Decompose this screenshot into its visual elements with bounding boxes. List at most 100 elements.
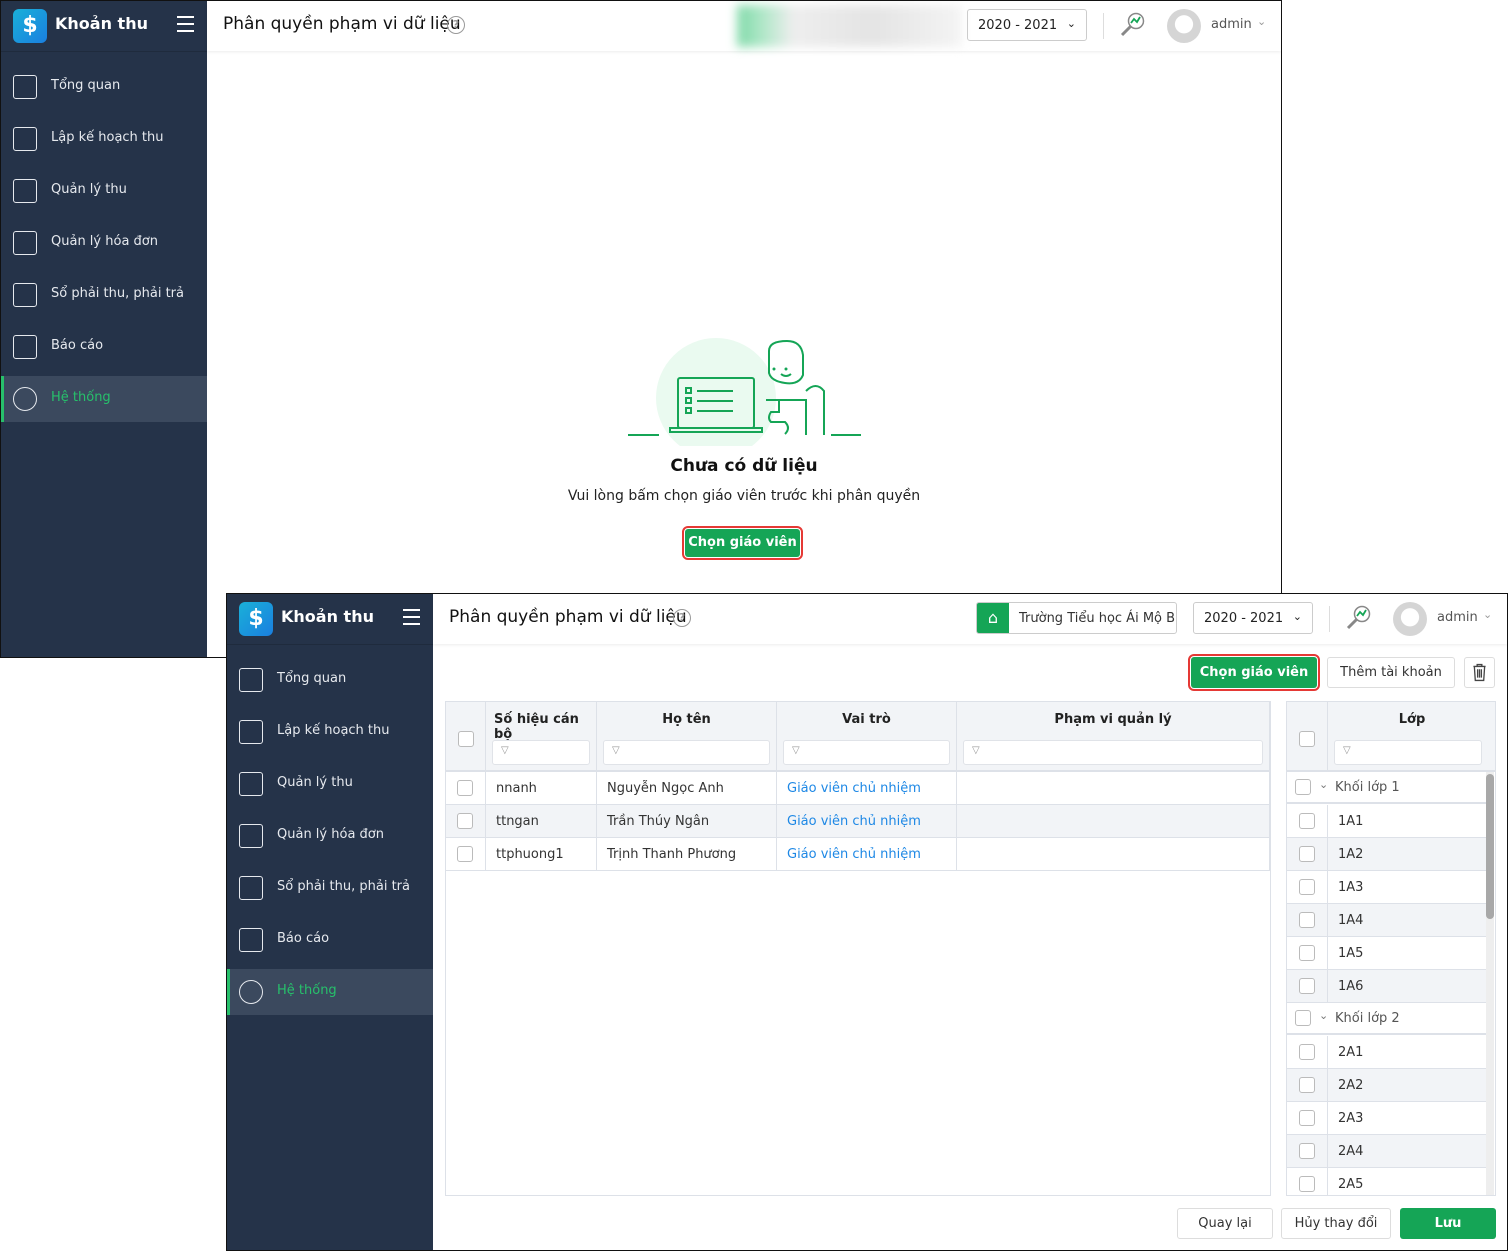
sidebar-item-label: Sổ phải thu, phải trả xyxy=(51,286,184,301)
row-checkbox[interactable] xyxy=(1299,879,1315,895)
year-select[interactable]: 2020 - 2021 ⌄ xyxy=(1193,602,1313,634)
sidebar-item-2[interactable]: Lập kế hoạch thu xyxy=(227,709,433,755)
help-icon[interactable]: ? xyxy=(447,16,465,34)
row-checkbox[interactable] xyxy=(1299,813,1315,829)
list-item[interactable]: 2A5 xyxy=(1287,1168,1486,1195)
help-icon[interactable]: ? xyxy=(673,609,691,627)
table-row[interactable]: ttngan Trần Thúy Ngân Giáo viên chủ nhiệm xyxy=(446,805,1270,838)
list-item[interactable]: 2A3 xyxy=(1287,1102,1486,1135)
row-checkbox[interactable] xyxy=(1299,846,1315,862)
column-filter-input[interactable]: ▽ xyxy=(783,740,950,765)
row-checkbox[interactable] xyxy=(1299,912,1315,928)
row-checkbox-cell xyxy=(1287,1168,1328,1195)
list-item[interactable]: 1A6 xyxy=(1287,970,1486,1003)
cell-role[interactable]: Giáo viên chủ nhiệm xyxy=(777,805,957,838)
sidebar-item-7[interactable]: Hệ thống xyxy=(227,969,433,1015)
sidebar-item-1[interactable]: Tổng quan xyxy=(227,657,433,703)
table-row[interactable]: ttphuong1 Trịnh Thanh Phương Giáo viên chủ… xyxy=(446,838,1270,871)
list-item[interactable]: 1A3 xyxy=(1287,871,1486,904)
column-title: Số hiệu cán bộ xyxy=(494,712,579,742)
user-name[interactable]: admin xyxy=(1437,610,1478,625)
cell-role[interactable]: Giáo viên chủ nhiệm xyxy=(777,772,957,805)
add-account-button[interactable]: Thêm tài khoản xyxy=(1327,657,1455,688)
sidebar-item-4[interactable]: Quản lý hóa đơn xyxy=(1,220,207,266)
sidebar-item-7[interactable]: Hệ thống xyxy=(1,376,207,422)
sidebar-item-4[interactable]: Quản lý hóa đơn xyxy=(227,813,433,859)
column-filter-input[interactable]: ▽ xyxy=(963,740,1263,765)
sidebar-item-5[interactable]: Sổ phải thu, phải trả xyxy=(1,272,207,318)
avatar[interactable] xyxy=(1167,9,1201,43)
column-header: Họ tên ▽ xyxy=(597,702,777,772)
search-analytics-icon[interactable] xyxy=(1119,11,1147,39)
choose-teacher-button[interactable]: Chọn giáo viên xyxy=(682,526,803,560)
back-button[interactable]: Quay lại xyxy=(1177,1208,1273,1239)
sidebar: $ Khoản thu Tổng quan Lập kế hoạch thu Quả… xyxy=(227,594,433,1250)
select-all-checkbox[interactable] xyxy=(458,731,474,747)
scrollbar-thumb[interactable] xyxy=(1486,774,1494,919)
invoice-icon xyxy=(239,824,263,848)
row-checkbox-cell xyxy=(1287,1102,1328,1135)
row-checkbox[interactable] xyxy=(1299,1077,1315,1093)
choose-teacher-button[interactable]: Chọn giáo viên xyxy=(1188,654,1320,691)
class-filter-input[interactable]: ▽ xyxy=(1334,740,1482,765)
list-item[interactable]: 1A4 xyxy=(1287,904,1486,937)
page-title: Phân quyền phạm vi dữ liệu xyxy=(449,607,687,627)
group-row[interactable]: ⌄ Khối lớp 1 xyxy=(1287,772,1486,804)
column-filter-input[interactable]: ▽ xyxy=(603,740,770,765)
save-button[interactable]: Lưu xyxy=(1400,1208,1496,1239)
row-checkbox[interactable] xyxy=(1299,1176,1315,1192)
row-checkbox[interactable] xyxy=(1299,1044,1315,1060)
list-item[interactable]: 1A1 xyxy=(1287,805,1486,838)
filter-icon: ▽ xyxy=(792,745,800,756)
sidebar-item-5[interactable]: Sổ phải thu, phải trả xyxy=(227,865,433,911)
scrollbar[interactable] xyxy=(1486,772,1494,1195)
avatar[interactable] xyxy=(1393,602,1427,636)
table-row[interactable]: nnanh Nguyễn Ngọc Anh Giáo viên chủ nhiệm xyxy=(446,772,1270,805)
menu-toggle-icon[interactable] xyxy=(403,609,420,625)
sidebar-item-6[interactable]: Báo cáo xyxy=(1,324,207,370)
sidebar-item-3[interactable]: Quản lý thu xyxy=(1,168,207,214)
row-checkbox[interactable] xyxy=(1299,1143,1315,1159)
group-checkbox[interactable] xyxy=(1295,1010,1311,1026)
invoice-icon xyxy=(13,231,37,255)
row-checkbox[interactable] xyxy=(457,813,473,829)
row-checkbox[interactable] xyxy=(1299,945,1315,961)
column-title: Lớp xyxy=(1398,712,1426,727)
user-name[interactable]: admin xyxy=(1211,17,1252,32)
year-select[interactable]: 2020 - 2021 ⌄ xyxy=(967,9,1087,41)
row-checkbox[interactable] xyxy=(457,780,473,796)
cell-role[interactable]: Giáo viên chủ nhiệm xyxy=(777,838,957,871)
sidebar-item-1[interactable]: Tổng quan xyxy=(1,64,207,110)
column-header: Vai trò ▽ xyxy=(777,702,957,772)
list-item[interactable]: 2A4 xyxy=(1287,1135,1486,1168)
delete-trash-icon[interactable] xyxy=(1464,657,1495,688)
row-checkbox[interactable] xyxy=(1299,978,1315,994)
list-item[interactable]: 2A2 xyxy=(1287,1069,1486,1102)
school-select[interactable]: ⌂ Trường Tiểu học Ái Mộ B xyxy=(976,602,1177,634)
list-item[interactable]: 1A2 xyxy=(1287,838,1486,871)
search-analytics-icon[interactable] xyxy=(1345,604,1373,632)
sidebar-item-3[interactable]: Quản lý thu xyxy=(227,761,433,807)
list-item[interactable]: 1A5 xyxy=(1287,937,1486,970)
list-item[interactable]: 2A1 xyxy=(1287,1036,1486,1069)
class-name: 2A4 xyxy=(1338,1144,1364,1159)
chevron-down-icon[interactable]: ⌄ xyxy=(1319,1009,1328,1022)
column-title: Phạm vi quản lý xyxy=(1054,712,1172,727)
group-row[interactable]: ⌄ Khối lớp 2 xyxy=(1287,1003,1486,1035)
row-checkbox-cell xyxy=(1287,937,1328,970)
select-all-checkbox[interactable] xyxy=(1299,731,1315,747)
group-checkbox[interactable] xyxy=(1295,779,1311,795)
sidebar-item-6[interactable]: Báo cáo xyxy=(227,917,433,963)
chevron-down-icon[interactable]: ⌄ xyxy=(1483,608,1492,621)
menu-toggle-icon[interactable] xyxy=(177,16,194,32)
discard-changes-button[interactable]: Hủy thay đổi xyxy=(1281,1208,1391,1239)
chevron-down-icon[interactable]: ⌄ xyxy=(1257,15,1266,28)
sidebar-item-label: Hệ thống xyxy=(277,983,337,998)
sidebar-item-label: Lập kế hoạch thu xyxy=(277,723,390,738)
row-checkbox[interactable] xyxy=(1299,1110,1315,1126)
column-header: Lớp ▽ xyxy=(1328,702,1495,772)
row-checkbox[interactable] xyxy=(457,846,473,862)
chevron-down-icon[interactable]: ⌄ xyxy=(1319,778,1328,791)
sidebar-item-2[interactable]: Lập kế hoạch thu xyxy=(1,116,207,162)
column-filter-input[interactable]: ▽ xyxy=(492,740,590,765)
